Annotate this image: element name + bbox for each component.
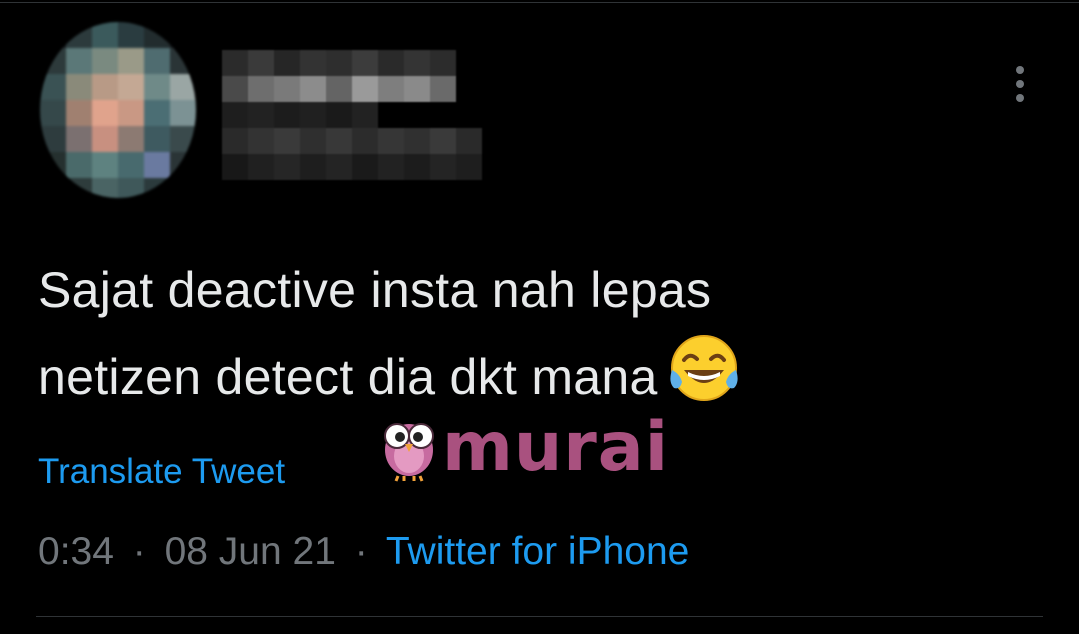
tweet-text-line: Sajat deactive insta nah lepas: [38, 262, 712, 318]
top-divider: [0, 2, 1079, 3]
owl-mascot-icon: [384, 423, 434, 482]
more-dot: [1016, 80, 1024, 88]
more-vertical-icon[interactable]: [1010, 66, 1030, 110]
pixelated-name-image: [222, 50, 482, 180]
watermark: murai: [376, 408, 668, 487]
translate-tweet-link[interactable]: Translate Tweet: [38, 452, 285, 492]
meta-separator: ·: [354, 530, 368, 573]
more-dot: [1016, 94, 1024, 102]
tweet-text-line-content: netizen detect dia dkt mana: [38, 349, 658, 405]
tweet-text-line: netizen detect dia dkt mana: [38, 330, 1018, 417]
pixelated-avatar-image: [40, 22, 196, 198]
watermark-text: murai: [442, 408, 669, 487]
tweet-date[interactable]: 08 Jun 21: [165, 530, 336, 573]
tweet-meta: 0:34 · 08 Jun 21 · Twitter for iPhone: [38, 530, 689, 574]
avatar[interactable]: [40, 22, 196, 198]
tweet-body: Sajat deactive insta nah lepas netizen d…: [38, 250, 1018, 417]
censored-user-name[interactable]: [222, 50, 484, 186]
tweet-time[interactable]: 0:34: [38, 530, 114, 573]
bottom-divider: [36, 616, 1043, 617]
face-with-tears-of-joy-emoji-icon: [670, 335, 738, 401]
more-dot: [1016, 66, 1024, 74]
meta-separator: ·: [132, 530, 146, 573]
tweet-source-link[interactable]: Twitter for iPhone: [386, 530, 689, 573]
